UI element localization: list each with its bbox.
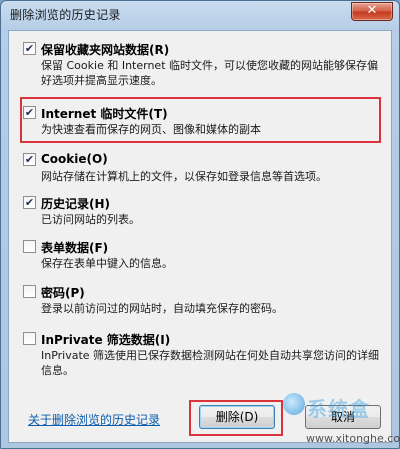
option-description: 为快速查看而保存的网页、图像和媒体的副本 xyxy=(41,123,261,136)
close-icon: ✕ xyxy=(366,3,378,18)
checkmark-icon: ✔ xyxy=(24,42,35,55)
checkbox-temp-files[interactable]: ✔ xyxy=(23,106,36,119)
option-description: InPrivate 筛选使用已保存数据检测网站在何处自动共享您访问的详细信息。 xyxy=(41,349,380,377)
option-label[interactable]: 历史记录(H) xyxy=(41,195,110,212)
option-label[interactable]: InPrivate 筛选数据(I) xyxy=(41,331,170,348)
dialog-content: ✔ 保留收藏夹网站数据(R) 保留 Cookie 和 Internet 临时文件… xyxy=(8,30,392,443)
checkbox-history[interactable]: ✔ xyxy=(23,196,36,209)
checkbox-inprivate[interactable] xyxy=(23,332,36,345)
watermark-brand: 系统盒 xyxy=(307,397,370,421)
watermark: 系统盒 xyxy=(283,393,393,421)
about-history-link[interactable]: 关于删除浏览的历史记录 xyxy=(28,411,160,428)
checkbox-form-data[interactable] xyxy=(23,240,36,253)
option-label[interactable]: Cookie(O) xyxy=(41,152,108,166)
checkmark-icon: ✔ xyxy=(24,153,35,166)
delete-button[interactable]: 删除(D) xyxy=(199,405,275,429)
option-label[interactable]: Internet 临时文件(T) xyxy=(41,105,168,122)
option-label[interactable]: 密码(P) xyxy=(41,284,85,301)
option-description: 保留 Cookie 和 Internet 临时文件，可以使您收藏的网站能够保存偏… xyxy=(41,59,378,87)
window-title: 删除浏览的历史记录 xyxy=(10,8,121,22)
checkbox-cookie[interactable]: ✔ xyxy=(23,153,36,166)
option-description: 保存在表单中键入的信息。 xyxy=(41,257,173,270)
checkmark-icon: ✔ xyxy=(24,106,35,119)
option-description: 网站存储在计算机上的文件，以保存如登录信息等首选项。 xyxy=(41,170,327,183)
option-label[interactable]: 表单数据(F) xyxy=(41,239,108,256)
option-label[interactable]: 保留收藏夹网站数据(R) xyxy=(41,41,169,58)
option-description: 登录以前访问过的网站时，自动填充保存的密码。 xyxy=(41,302,283,315)
watermark-logo-icon xyxy=(283,393,305,415)
checkmark-icon: ✔ xyxy=(24,196,35,209)
option-description: 已访问网站的列表。 xyxy=(41,213,140,226)
checkbox-passwords[interactable] xyxy=(23,285,36,298)
checkbox-favorites[interactable]: ✔ xyxy=(23,42,36,55)
watermark-url: www.xitonghe.com xyxy=(306,432,400,445)
close-button[interactable]: ✕ xyxy=(351,2,393,21)
title-bar[interactable]: 删除浏览的历史记录 ✕ xyxy=(1,1,399,29)
dialog-window: 删除浏览的历史记录 ✕ ✔ 保留收藏夹网站数据(R) 保留 Cookie 和 I… xyxy=(0,0,400,449)
